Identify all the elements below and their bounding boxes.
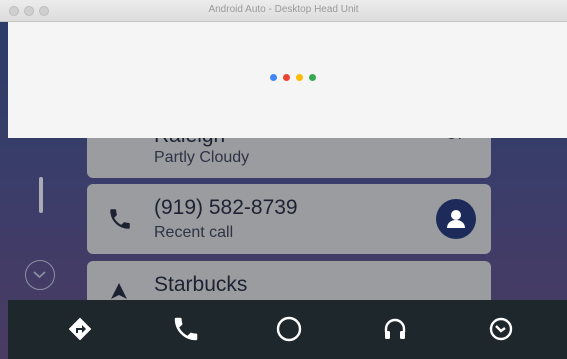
home-icon [276, 316, 302, 342]
phone-icon [174, 317, 198, 341]
assistant-dot-blue [270, 74, 277, 81]
headphones-icon [384, 318, 406, 339]
window-title: Android Auto - Desktop Head Unit [208, 4, 359, 15]
assistant-voice-panel [8, 22, 567, 138]
media-button[interactable] [380, 314, 410, 344]
overview-icon [489, 317, 513, 341]
call-number: (919) 582-8739 [154, 196, 298, 219]
phone-button[interactable] [171, 314, 201, 344]
destination-name: Starbucks [154, 273, 248, 296]
window-titlebar: Android Auto - Desktop Head Unit [0, 0, 567, 22]
recent-call-card[interactable]: (919) 582-8739 Recent call [87, 184, 491, 254]
home-button[interactable] [274, 314, 304, 344]
chevron-down-icon [33, 271, 46, 279]
scroll-indicator[interactable] [39, 177, 43, 213]
assistant-dot-red [283, 74, 290, 81]
head-unit-screen: Raleigh Partly Cloudy 57 (919) 582-8739 … [0, 22, 567, 359]
assistant-dot-yellow [296, 74, 303, 81]
assistant-listening-dots [270, 74, 316, 82]
phone-icon [107, 206, 133, 237]
navigation-button[interactable] [65, 314, 95, 344]
assistant-dot-green [309, 74, 316, 81]
scroll-down-button[interactable] [25, 260, 55, 290]
navigation-icon [68, 317, 92, 341]
contact-avatar-icon[interactable] [436, 199, 476, 239]
bottom-nav-bar [8, 300, 567, 359]
call-status: Recent call [154, 224, 234, 241]
overview-button[interactable] [486, 314, 516, 344]
weather-condition: Partly Cloudy [154, 149, 250, 166]
